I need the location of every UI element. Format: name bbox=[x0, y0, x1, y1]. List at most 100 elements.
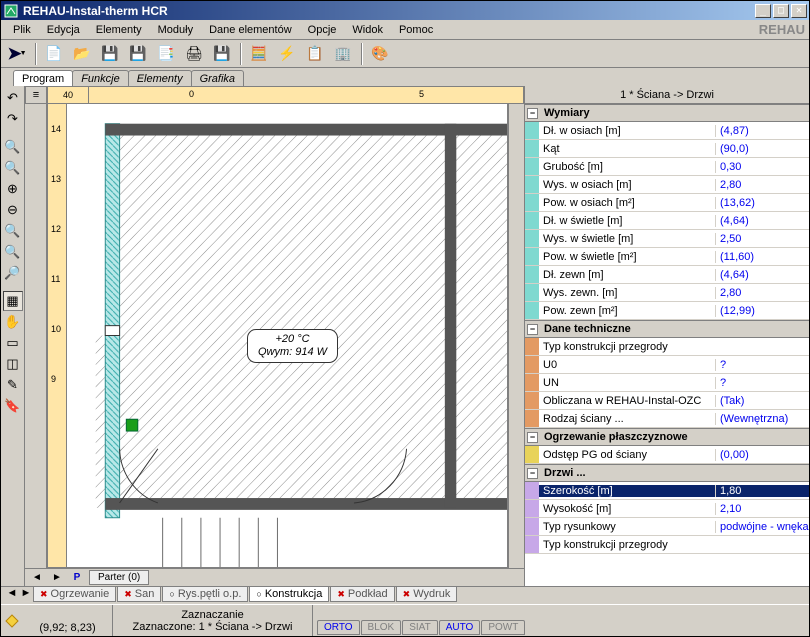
properties-body[interactable]: −WymiaryDł. w osiach [m](4,87)Kąt(90,0)G… bbox=[525, 104, 809, 586]
prop-row[interactable]: UN? bbox=[525, 374, 809, 392]
copy-button[interactable]: 📑 bbox=[153, 42, 179, 66]
prop-group-header[interactable]: −Dane techniczne bbox=[525, 320, 809, 338]
prop-row[interactable]: Pow. zewn [m²](12,99) bbox=[525, 302, 809, 320]
level-park-icon[interactable]: P bbox=[69, 571, 85, 585]
prop-group-header[interactable]: −Wymiary bbox=[525, 104, 809, 122]
prop-row[interactable]: U0? bbox=[525, 356, 809, 374]
building-button[interactable]: 🏢 bbox=[330, 42, 356, 66]
menu-plik[interactable]: Plik bbox=[5, 22, 39, 38]
tab-grafika[interactable]: Grafika bbox=[191, 70, 244, 86]
zoom-fit-icon[interactable]: 🔍 bbox=[3, 242, 23, 262]
prop-row[interactable]: Typ konstrukcji przegrody bbox=[525, 338, 809, 356]
tab-program[interactable]: Program bbox=[13, 70, 73, 86]
prop-row[interactable]: Pow. w świetle [m²](11,60) bbox=[525, 248, 809, 266]
layer-tab[interactable]: ○Rys.pętli o.p. bbox=[162, 587, 248, 602]
calc-button[interactable]: 🧮 bbox=[246, 42, 272, 66]
ruler-scale: 40 bbox=[47, 86, 89, 104]
ruler-menu-icon[interactable]: ≡ bbox=[25, 86, 47, 104]
prop-row[interactable]: Pow. w osiach [m²](13,62) bbox=[525, 194, 809, 212]
prop-row[interactable]: Dł. w świetle [m](4,64) bbox=[525, 212, 809, 230]
mode-siat[interactable]: SIAT bbox=[402, 620, 437, 635]
close-button[interactable]: ✕ bbox=[791, 4, 807, 18]
pan-icon[interactable]: ✋ bbox=[3, 312, 23, 332]
prop-row[interactable]: Wys. w świetle [m]2,50 bbox=[525, 230, 809, 248]
menu-pomoc[interactable]: Pomoc bbox=[391, 22, 441, 38]
status-modes: ORTOBLOKSIATAUTOPOWT bbox=[313, 605, 809, 636]
prop-row[interactable]: Typ rysunkowypodwójne - wnęka bbox=[525, 518, 809, 536]
zoom-window-icon[interactable]: 🔍 bbox=[3, 221, 23, 241]
tabs-prev-icon[interactable]: ◄ bbox=[5, 587, 19, 599]
mode-blok[interactable]: BLOK bbox=[361, 620, 402, 635]
tab-elementy[interactable]: Elementy bbox=[128, 70, 192, 86]
tabs-next-icon[interactable]: ► bbox=[19, 587, 33, 599]
list-button[interactable]: 📋 bbox=[302, 42, 328, 66]
maximize-button[interactable]: □ bbox=[773, 4, 789, 18]
draw-line-icon[interactable]: ✎ bbox=[3, 375, 23, 395]
undo-icon[interactable]: ↶ bbox=[3, 88, 23, 108]
save-button[interactable]: 💾 bbox=[97, 42, 123, 66]
prop-row[interactable]: Rodzaj ściany ...(Wewnętrzna) bbox=[525, 410, 809, 428]
grid-icon[interactable]: ▦ bbox=[3, 291, 23, 311]
prop-row[interactable]: Dł. w osiach [m](4,87) bbox=[525, 122, 809, 140]
prop-row[interactable]: Obliczana w REHAU-Instal-OZC(Tak) bbox=[525, 392, 809, 410]
zoom-all-icon[interactable]: 🔎 bbox=[3, 263, 23, 283]
vertical-scrollbar[interactable] bbox=[508, 104, 524, 568]
color-button[interactable]: 🎨 bbox=[367, 42, 393, 66]
prop-group-header[interactable]: −Drzwi ... bbox=[525, 464, 809, 482]
properties-title: 1 * Ściana -> Drzwi bbox=[525, 86, 809, 104]
tag-icon[interactable]: 🔖 bbox=[3, 396, 23, 416]
tab-funkcje[interactable]: Funkcje bbox=[72, 70, 129, 86]
redo-icon[interactable]: ↷ bbox=[3, 109, 23, 129]
layer-tab[interactable]: ✖Ogrzewanie bbox=[33, 587, 116, 602]
mode-powt[interactable]: POWT bbox=[481, 620, 525, 635]
menu-widok[interactable]: Widok bbox=[344, 22, 391, 38]
minimize-button[interactable]: _ bbox=[755, 4, 771, 18]
print-button[interactable]: 🖨 bbox=[181, 42, 207, 66]
zoom-out-icon[interactable]: 🔍 bbox=[3, 158, 23, 178]
menu-moduly[interactable]: Moduły bbox=[150, 22, 201, 38]
prop-group-header[interactable]: −Ogrzewanie płaszczyznowe bbox=[525, 428, 809, 446]
level-next-icon[interactable]: ► bbox=[49, 571, 65, 585]
export-button[interactable]: 💾 bbox=[209, 42, 235, 66]
mode-auto[interactable]: AUTO bbox=[439, 620, 481, 635]
layer-tab[interactable]: ✖San bbox=[117, 587, 161, 602]
level-prev-icon[interactable]: ◄ bbox=[29, 571, 45, 585]
menu-edycja[interactable]: Edycja bbox=[39, 22, 88, 38]
new-file-button[interactable]: 📄 bbox=[41, 42, 67, 66]
select-tool[interactable]: ➤▼ bbox=[4, 42, 30, 66]
status-selection: Zaznaczanie Zaznaczone: 1 * Ściana -> Dr… bbox=[113, 605, 313, 636]
titlebar: REHAU-Instal-therm HCR _ □ ✕ bbox=[1, 1, 809, 20]
select-rect-icon[interactable]: ▭ bbox=[3, 333, 23, 353]
ruler-horizontal[interactable]: 0 5 bbox=[89, 86, 524, 104]
zoom-minus-icon[interactable]: ⊖ bbox=[3, 200, 23, 220]
zoom-plus-icon[interactable]: ⊕ bbox=[3, 179, 23, 199]
level-tab[interactable]: Parter (0) bbox=[89, 570, 149, 585]
layer-tab[interactable]: ✖Podkład bbox=[330, 587, 394, 602]
check-button[interactable]: ⚡ bbox=[274, 42, 300, 66]
prop-row[interactable]: Odstęp PG od ściany(0,00) bbox=[525, 446, 809, 464]
menu-elementy[interactable]: Elementy bbox=[88, 22, 150, 38]
mode-orto[interactable]: ORTO bbox=[317, 620, 360, 635]
prop-row[interactable]: Szerokość [m]1,80 bbox=[525, 482, 809, 500]
prop-row[interactable]: Wys. zewn. [m]2,80 bbox=[525, 284, 809, 302]
layer-tab[interactable]: ✖Wydruk bbox=[396, 587, 458, 602]
menu-opcje[interactable]: Opcje bbox=[300, 22, 345, 38]
select-lasso-icon[interactable]: ◫ bbox=[3, 354, 23, 374]
menu-dane[interactable]: Dane elementów bbox=[201, 22, 300, 38]
menubar: Plik Edycja Elementy Moduły Dane element… bbox=[1, 20, 809, 40]
prop-row[interactable]: Kąt(90,0) bbox=[525, 140, 809, 158]
prop-row[interactable]: Grubość [m]0,30 bbox=[525, 158, 809, 176]
open-file-button[interactable]: 📂 bbox=[69, 42, 95, 66]
brand-logo: REHAU bbox=[759, 22, 805, 37]
prop-row[interactable]: Typ konstrukcji przegrody bbox=[525, 536, 809, 554]
layer-tab[interactable]: ○Konstrukcja bbox=[249, 587, 329, 602]
ruler-vertical[interactable]: 14 13 12 11 10 9 bbox=[47, 104, 67, 568]
save-all-button[interactable]: 💾 bbox=[125, 42, 151, 66]
drawing-canvas[interactable]: +20 °C Qwym: 914 W bbox=[67, 104, 508, 568]
zoom-in-icon[interactable]: 🔍 bbox=[3, 137, 23, 157]
statusbar: (9,92; 8,23) Zaznaczanie Zaznaczone: 1 *… bbox=[1, 604, 809, 636]
prop-row[interactable]: Dł. zewn [m](4,64) bbox=[525, 266, 809, 284]
status-coords: (9,92; 8,23) bbox=[23, 605, 113, 636]
prop-row[interactable]: Wys. w osiach [m]2,80 bbox=[525, 176, 809, 194]
prop-row[interactable]: Wysokość [m]2,10 bbox=[525, 500, 809, 518]
